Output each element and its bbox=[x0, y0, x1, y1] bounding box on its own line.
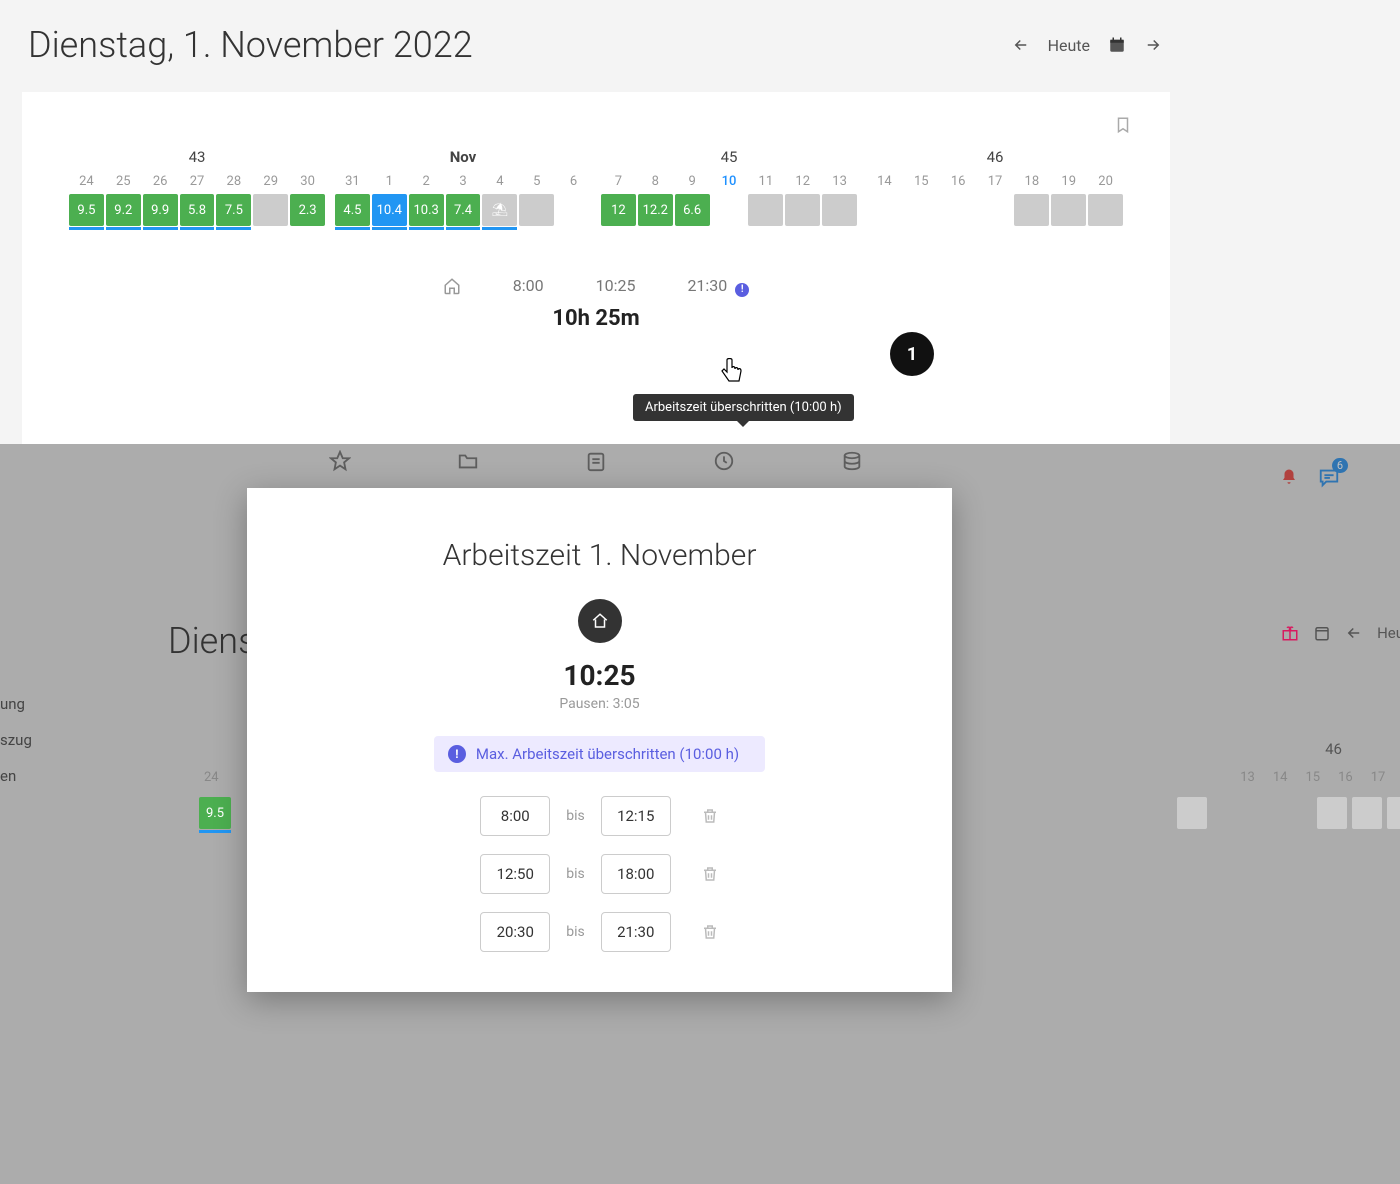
modal-pauses: Pausen: 3:05 bbox=[287, 696, 912, 712]
behind-title-fragment: Diens bbox=[168, 620, 256, 662]
worktime-modal: Arbeitszeit 1. November 10:25 Pausen: 3:… bbox=[247, 488, 952, 992]
day-cell[interactable] bbox=[1014, 194, 1049, 226]
prev-arrow-icon[interactable] bbox=[1345, 624, 1363, 642]
home-icon bbox=[443, 277, 461, 295]
day-cell[interactable]: ⛱ bbox=[482, 194, 517, 226]
overtime-tooltip: Arbeitszeit überschritten (10:00 h) bbox=[633, 394, 854, 421]
time-mid: 10:25 bbox=[596, 276, 636, 295]
bis-label: bis bbox=[566, 808, 585, 824]
day-cell[interactable] bbox=[978, 194, 1013, 226]
time-end: 21:30 ! bbox=[687, 276, 749, 296]
day-cell[interactable] bbox=[712, 194, 747, 226]
day-cell[interactable]: 9.2 bbox=[106, 194, 141, 226]
home-circle-icon[interactable] bbox=[578, 599, 622, 643]
time-from-input[interactable]: 8:00 bbox=[480, 796, 550, 836]
today-button[interactable]: Heute bbox=[1048, 36, 1090, 55]
calendar-small-icon[interactable] bbox=[1313, 624, 1331, 642]
gift-icon[interactable] bbox=[1281, 624, 1299, 642]
behind-nav-right: Heu bbox=[1281, 624, 1400, 642]
day-cell[interactable] bbox=[748, 194, 783, 226]
day-cell[interactable] bbox=[941, 194, 976, 226]
day-cell[interactable]: 5.8 bbox=[180, 194, 215, 226]
warning-banner: ! Max. Arbeitszeit überschritten (10:00 … bbox=[434, 736, 765, 772]
time-entry-row: 20:30 bis 21:30 bbox=[480, 912, 719, 952]
heute-fragment: Heu bbox=[1377, 624, 1400, 642]
bookmark-icon[interactable] bbox=[1114, 116, 1132, 134]
bottom-panel: 6 Diens Heu ung szug en 46 24 1314151617… bbox=[0, 444, 1400, 1184]
day-cell[interactable] bbox=[519, 194, 554, 226]
day-cell[interactable]: 7.4 bbox=[446, 194, 481, 226]
time-from-input[interactable]: 12:50 bbox=[480, 854, 550, 894]
behind-week-46: 46 bbox=[1325, 740, 1342, 758]
day-cell[interactable]: 9.5 bbox=[69, 194, 104, 226]
next-arrow-icon[interactable] bbox=[1144, 36, 1162, 54]
day-cell[interactable]: 10.3 bbox=[409, 194, 444, 226]
behind-day-cell: 9.5 bbox=[199, 797, 231, 829]
day-cell[interactable]: 10.4 bbox=[372, 194, 407, 226]
trash-icon[interactable] bbox=[701, 923, 719, 941]
day-cell[interactable]: 12 bbox=[601, 194, 636, 226]
day-cell[interactable]: 9.9 bbox=[143, 194, 178, 226]
top-panel: Dienstag, 1. November 2022 Heute 4324252… bbox=[0, 0, 1192, 444]
nav-controls: Heute bbox=[1012, 36, 1162, 55]
day-cell[interactable]: 4.5 bbox=[335, 194, 370, 226]
day-cell[interactable] bbox=[867, 194, 902, 226]
calendar-icon[interactable] bbox=[1108, 36, 1126, 54]
prev-arrow-icon[interactable] bbox=[1012, 36, 1030, 54]
day-cell[interactable] bbox=[822, 194, 857, 226]
page-title: Dienstag, 1. November 2022 bbox=[28, 24, 473, 66]
warning-dot-icon: ! bbox=[448, 745, 466, 763]
trash-icon[interactable] bbox=[701, 865, 719, 883]
time-entry-row: 12:50 bis 18:00 bbox=[480, 854, 719, 894]
bis-label: bis bbox=[566, 866, 585, 882]
day-cell[interactable] bbox=[253, 194, 288, 226]
modal-total-time: 10:25 bbox=[287, 659, 912, 692]
time-from-input[interactable]: 20:30 bbox=[480, 912, 550, 952]
day-cell[interactable] bbox=[1051, 194, 1086, 226]
day-cell[interactable] bbox=[785, 194, 820, 226]
time-entries: 8:00 bis 12:15 12:50 bis 18:00 20:30 bis 21:30 bbox=[287, 796, 912, 952]
day-cell[interactable]: 12.2 bbox=[638, 194, 673, 226]
timeline-card: 43242526272829309.59.29.95.87.52.3Nov311… bbox=[22, 92, 1170, 444]
cursor-hand-icon bbox=[718, 358, 744, 388]
behind-sidebar-fragments: ung szug en bbox=[0, 686, 32, 794]
day-cell[interactable]: 6.6 bbox=[675, 194, 710, 226]
time-summary: 8:00 10:25 21:30 ! 10h 25m bbox=[22, 276, 1170, 331]
weeks-row: 43242526272829309.59.29.95.87.52.3Nov311… bbox=[22, 148, 1170, 230]
bis-label: bis bbox=[566, 924, 585, 940]
trash-icon[interactable] bbox=[701, 807, 719, 825]
time-total: 10h 25m bbox=[22, 306, 1170, 331]
time-entry-row: 8:00 bis 12:15 bbox=[480, 796, 719, 836]
time-to-input[interactable]: 12:15 bbox=[601, 796, 671, 836]
day-cell[interactable]: 7.5 bbox=[216, 194, 251, 226]
time-to-input[interactable]: 21:30 bbox=[601, 912, 671, 952]
day-cell[interactable] bbox=[904, 194, 939, 226]
annotation-badge-1: 1 bbox=[890, 332, 934, 376]
warning-text: Max. Arbeitszeit überschritten (10:00 h) bbox=[476, 745, 739, 763]
day-cell[interactable] bbox=[1088, 194, 1123, 226]
day-cell[interactable]: 2.3 bbox=[290, 194, 325, 226]
day-cell[interactable] bbox=[556, 194, 591, 226]
time-to-input[interactable]: 18:00 bbox=[601, 854, 671, 894]
time-start: 8:00 bbox=[513, 276, 544, 295]
modal-title: Arbeitszeit 1. November bbox=[287, 538, 912, 573]
warning-icon[interactable]: ! bbox=[735, 283, 749, 297]
